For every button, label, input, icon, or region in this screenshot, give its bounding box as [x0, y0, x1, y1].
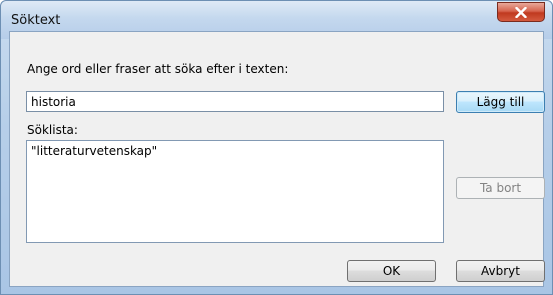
dialog-body: Ange ord eller fraser att söka efter i t… [9, 31, 545, 287]
cancel-button[interactable]: Avbryt [456, 260, 545, 282]
close-icon [515, 6, 527, 18]
dialog-title: Söktext [11, 13, 61, 28]
add-button[interactable]: Lägg till [456, 91, 545, 113]
dialog-window: Söktext Ange ord eller fraser att söka e… [0, 0, 553, 295]
list-item[interactable]: "litteraturvetenskap" [31, 144, 157, 158]
remove-button[interactable]: Ta bort [456, 177, 545, 199]
ok-button[interactable]: OK [347, 260, 436, 282]
prompt-label: Ange ord eller fraser att söka efter i t… [27, 62, 289, 76]
search-list-label: Söklista: [27, 123, 78, 137]
search-text-input[interactable] [26, 91, 444, 112]
search-list[interactable]: "litteraturvetenskap" [26, 140, 444, 243]
close-button[interactable] [497, 2, 545, 22]
